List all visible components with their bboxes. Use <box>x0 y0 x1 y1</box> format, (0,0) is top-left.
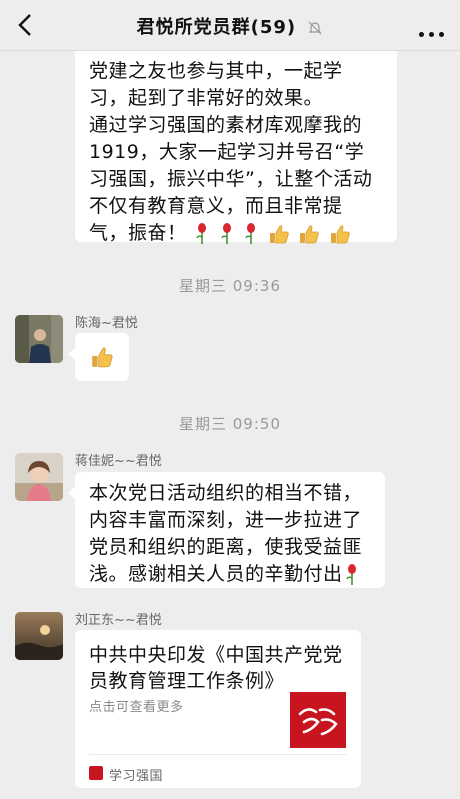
avatar-photo <box>15 315 63 363</box>
message-line: 习，起到了非常好的效果。 <box>89 87 324 109</box>
card-title: 中共中央印发《中国共产党党员教育管理工作条例》 <box>89 644 343 692</box>
thumbs-up-emoji-icon <box>92 347 113 368</box>
sender-name: 陈海~君悦 <box>75 316 138 331</box>
thumbs-up-emoji-icon <box>269 224 289 243</box>
card-divider <box>89 754 347 755</box>
message-bubble: 本次党日活动组织的相当不错， 内容丰富而深刻，进一步拉进了 党员和组织的距离，使… <box>68 472 385 588</box>
article-card[interactable]: 中共中央印发《中国共产党党员教育管理工作条例》 点击可查看更多 学习强国 <box>75 630 361 788</box>
message-bubble: 党建之友也参与其中，一起学 习，起到了非常好的效果。 通过学习强国的素材库观摩我… <box>75 32 397 244</box>
sender-name: 刘正东~~君悦 <box>75 613 162 628</box>
chat-title-wrap: 君悦所党员群(59) <box>0 13 460 39</box>
message-line: 通过学习强国的素材库观摩我的 <box>89 114 363 136</box>
xuexi-qiangguo-icon <box>89 766 103 780</box>
timestamp: 星期三 09:50 <box>179 415 281 433</box>
timestamp: 星期三 09:36 <box>179 277 281 295</box>
card-thumbnail-xuexi-logo <box>290 692 346 748</box>
message-bubble <box>68 333 129 381</box>
avatar-photo <box>15 612 63 660</box>
bell-muted-icon <box>308 21 322 35</box>
message-line: 不仅有教育意义，而且非常提 <box>89 195 343 217</box>
message-line: 党员和组织的距离，使我受益匪 <box>89 536 363 558</box>
rose-emoji-icon <box>196 222 207 244</box>
message-line-with-emoji: 气，振奋！ <box>89 220 389 247</box>
message-line: 党建之友也参与其中，一起学 <box>89 60 343 82</box>
card-source: 学习强国 <box>109 769 164 784</box>
message-line: 内容丰富而深刻，进一步拉进了 <box>89 509 363 531</box>
card-description: 点击可查看更多 <box>89 700 184 715</box>
avatar[interactable] <box>15 453 63 501</box>
chat-title: 君悦所党员群(59) <box>136 17 297 38</box>
rose-emoji-icon <box>220 222 231 244</box>
message-line: 浅。感谢相关人员的辛勤付出 <box>89 563 343 585</box>
sender-name: 蒋佳妮~~君悦 <box>75 454 162 469</box>
avatar-photo <box>15 453 63 501</box>
message-line: 习强国，振兴中华”，让整个活动 <box>89 168 373 190</box>
message-line: 1919，大家一起学习并号召“学 <box>89 141 365 163</box>
avatar[interactable] <box>15 315 63 363</box>
thumbs-up-emoji-icon <box>300 224 319 243</box>
thumbs-up-emoji-icon <box>330 224 350 243</box>
avatar[interactable] <box>15 612 63 660</box>
more-dots-icon[interactable] <box>414 22 444 41</box>
rose-emoji-icon <box>245 222 256 244</box>
message-line: 本次党日活动组织的相当不错， <box>89 482 363 504</box>
rose-emoji-icon <box>345 563 356 585</box>
message-line: 气，振奋！ <box>89 222 187 244</box>
chat-header: 君悦所党员群(59) <box>0 0 460 51</box>
message-line-with-emoji: 浅。感谢相关人员的辛勤付出 <box>89 561 383 588</box>
